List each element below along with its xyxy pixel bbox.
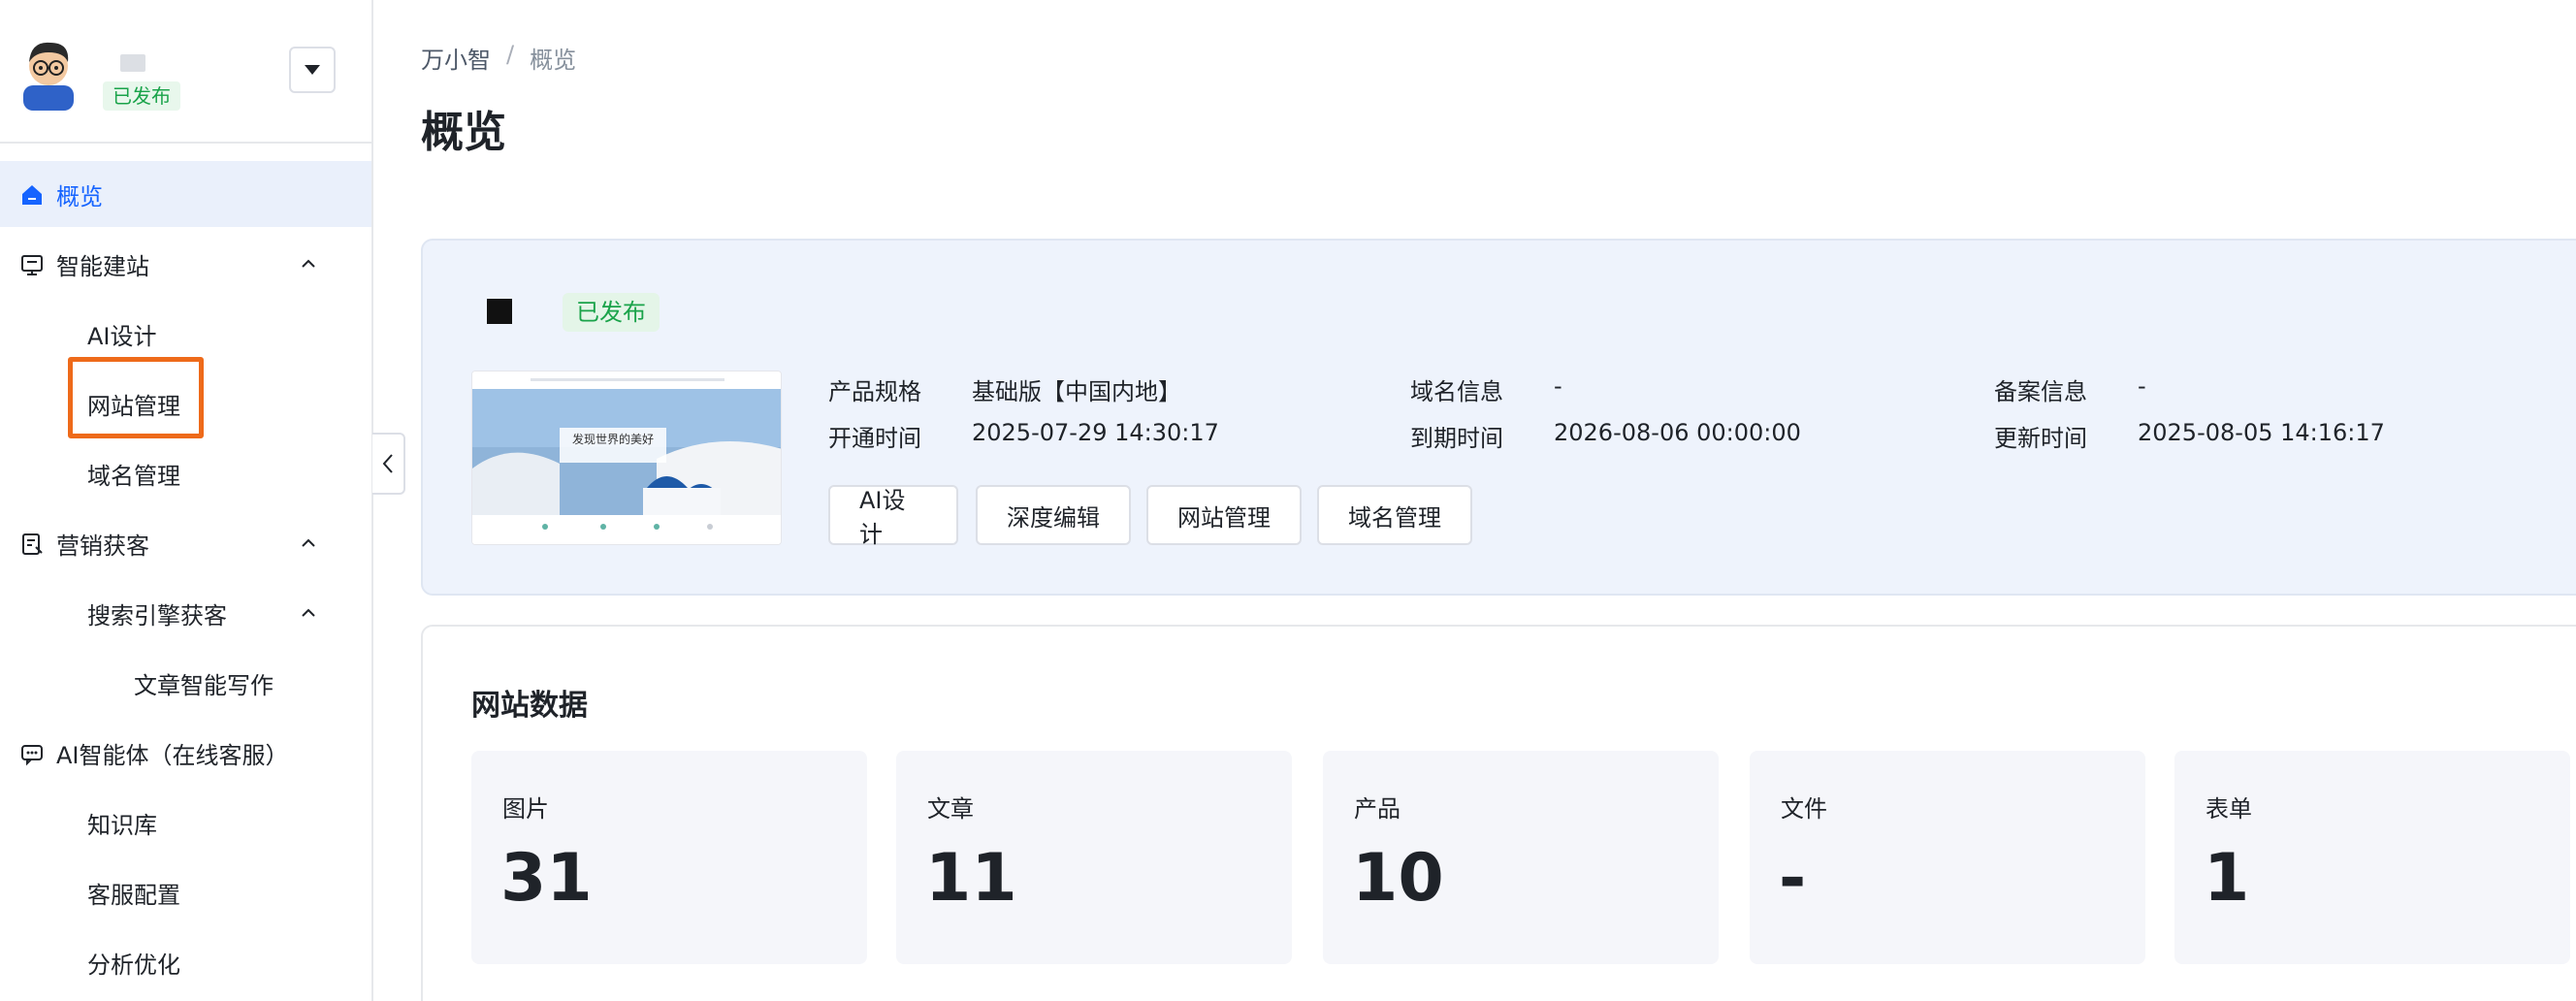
site-preview-image: 发现世界的美好 bbox=[472, 371, 781, 544]
sidebar-item-knowledge-base[interactable]: 知识库 bbox=[0, 790, 371, 856]
site-switcher: 已发布 bbox=[0, 0, 371, 144]
expire-label: 到期时间 bbox=[1410, 425, 1503, 452]
breadcrumb-root[interactable]: 万小智 bbox=[421, 41, 491, 75]
svg-text:发现世界的美好: 发现世界的美好 bbox=[572, 432, 654, 446]
avatar bbox=[16, 33, 81, 111]
chevron-up-icon bbox=[302, 608, 315, 617]
stat-label: 产品 bbox=[1354, 795, 1401, 823]
stat-articles[interactable]: 文章 11 bbox=[896, 751, 1292, 964]
update-value: 2025-08-05 14:16:17 bbox=[2138, 419, 2385, 446]
sidebar-item-label: AI设计 bbox=[87, 322, 157, 350]
site-data-card: 网站数据 图片 31 文章 11 产品 10 文件 - 表单 1 bbox=[421, 625, 2576, 1001]
document-icon bbox=[22, 533, 43, 555]
chevron-up-icon bbox=[302, 259, 315, 268]
domain-value: - bbox=[1554, 372, 1562, 400]
stat-label: 图片 bbox=[502, 795, 549, 823]
sidebar-item-label: 搜索引擎获客 bbox=[87, 601, 227, 630]
sidebar-item-marketing[interactable]: 营销获客 bbox=[0, 510, 371, 576]
stat-label: 文章 bbox=[927, 795, 974, 823]
spec-label: 产品规格 bbox=[828, 378, 921, 405]
site-info-card: 已发布 发现世界的美好 产品规格 基础版【中国内地】 开通时间 2025-07-… bbox=[421, 239, 2576, 596]
sidebar-item-overview[interactable]: 概览 bbox=[0, 161, 371, 227]
sidebar-item-service-config[interactable]: 客服配置 bbox=[0, 859, 371, 925]
status-badge: 已发布 bbox=[103, 81, 180, 111]
expire-value: 2026-08-06 00:00:00 bbox=[1554, 419, 1801, 446]
site-preview-thumbnail[interactable]: 发现世界的美好 bbox=[471, 371, 782, 545]
deep-edit-button[interactable]: 深度编辑 bbox=[976, 485, 1131, 545]
stat-value: 1 bbox=[2204, 840, 2250, 917]
stat-label: 文件 bbox=[1781, 795, 1827, 823]
domain-label: 域名信息 bbox=[1410, 378, 1503, 405]
open-time-label: 开通时间 bbox=[828, 425, 921, 452]
icp-value: - bbox=[2138, 372, 2146, 400]
chevron-left-icon bbox=[382, 454, 393, 473]
site-name-placeholder bbox=[120, 54, 145, 72]
stat-files[interactable]: 文件 - bbox=[1750, 751, 2145, 964]
site-logo bbox=[487, 299, 512, 324]
sidebar-item-label: 分析优化 bbox=[87, 951, 180, 979]
update-label: 更新时间 bbox=[1994, 425, 2087, 452]
ai-design-button[interactable]: AI设计 bbox=[828, 485, 958, 548]
highlight-annotation bbox=[68, 357, 204, 438]
breadcrumb-separator: / bbox=[506, 41, 515, 68]
home-icon bbox=[22, 185, 42, 205]
caret-down-icon bbox=[305, 65, 320, 75]
sidebar-item-label: 营销获客 bbox=[56, 532, 149, 560]
page-title: 概览 bbox=[421, 108, 506, 157]
sidebar-item-article-writing[interactable]: 文章智能写作 bbox=[0, 650, 371, 716]
stat-value: 11 bbox=[925, 840, 1017, 917]
sidebar-item-label: 概览 bbox=[56, 182, 103, 210]
stat-products[interactable]: 产品 10 bbox=[1323, 751, 1719, 964]
sidebar: 已发布 概览 智能建站 AI设计 网站管理 域名管理 营销获客 搜索引擎获客 文… bbox=[0, 0, 373, 1001]
monitor-icon bbox=[21, 255, 43, 275]
sidebar-item-label: 知识库 bbox=[87, 811, 157, 839]
section-title: 网站数据 bbox=[471, 689, 588, 723]
sidebar-item-label: 域名管理 bbox=[87, 462, 180, 490]
stat-forms[interactable]: 表单 1 bbox=[2174, 751, 2570, 964]
sidebar-item-search-engine[interactable]: 搜索引擎获客 bbox=[0, 580, 371, 646]
stat-label: 表单 bbox=[2206, 795, 2252, 823]
chat-icon bbox=[21, 745, 43, 766]
sidebar-item-label: 智能建站 bbox=[56, 252, 149, 280]
sidebar-item-domain-management[interactable]: 域名管理 bbox=[0, 440, 371, 506]
breadcrumb: 万小智 / 概览 bbox=[421, 41, 576, 75]
open-time-value: 2025-07-29 14:30:17 bbox=[972, 419, 1219, 446]
sidebar-collapse-button[interactable] bbox=[372, 433, 405, 495]
domain-management-button[interactable]: 域名管理 bbox=[1317, 485, 1472, 545]
status-badge: 已发布 bbox=[563, 293, 660, 332]
stat-value: 10 bbox=[1352, 840, 1444, 917]
stat-value: - bbox=[1779, 840, 1807, 917]
breadcrumb-current: 概览 bbox=[530, 47, 577, 74]
sidebar-item-label: 文章智能写作 bbox=[134, 671, 274, 699]
sidebar-item-analytics[interactable]: 分析优化 bbox=[0, 929, 371, 995]
icp-label: 备案信息 bbox=[1994, 378, 2087, 405]
sidebar-item-smart-site[interactable]: 智能建站 bbox=[0, 231, 371, 297]
site-management-button[interactable]: 网站管理 bbox=[1146, 485, 1302, 545]
stat-value: 31 bbox=[500, 840, 593, 917]
sidebar-item-label: 客服配置 bbox=[87, 881, 180, 909]
stat-images[interactable]: 图片 31 bbox=[471, 751, 867, 964]
chevron-up-icon bbox=[302, 538, 315, 547]
site-dropdown-button[interactable] bbox=[289, 47, 336, 93]
spec-value: 基础版【中国内地】 bbox=[972, 378, 1181, 405]
sidebar-item-ai-agent[interactable]: AI智能体（在线客服） bbox=[0, 720, 371, 786]
sidebar-item-label: AI智能体（在线客服） bbox=[56, 741, 289, 769]
